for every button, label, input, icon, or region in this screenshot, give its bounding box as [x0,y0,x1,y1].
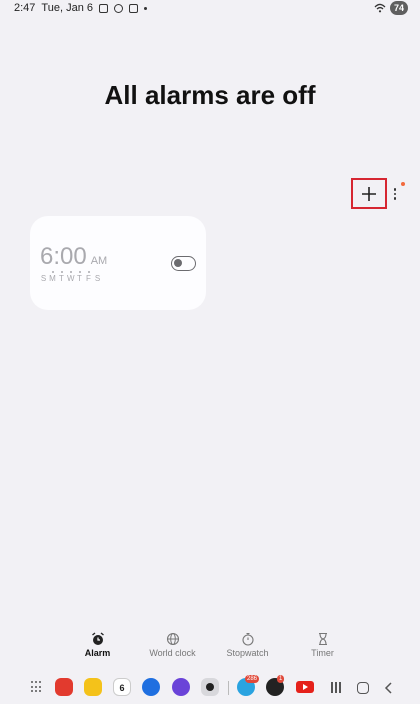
browser-app-icon[interactable] [172,678,190,696]
camera-app-icon[interactable] [201,678,219,696]
telegram-app-icon[interactable]: 286 [237,675,260,696]
alarm-time-value: 6:00 [40,243,87,270]
notification-dot [401,182,405,186]
day-sunday: S [40,274,47,283]
alarm-days: S M T W T F S [40,271,101,283]
calendar-day: 6 [119,683,125,693]
tab-label: World clock [149,648,196,658]
taskbar-separator [228,681,229,695]
tab-alarm[interactable]: Alarm [60,632,135,664]
status-right: 74 [374,1,408,15]
tab-timer[interactable]: Timer [285,632,360,664]
recent-apps-button[interactable] [331,682,341,693]
more-dot-icon [393,197,397,200]
app-drawer-icon[interactable] [31,681,43,693]
more-dot-icon [393,188,397,191]
more-dot-icon [393,192,397,196]
status-date: Tue, Jan 6 [41,2,93,14]
day-friday: F [86,271,91,283]
battery-badge: 74 [389,1,408,15]
taskbar: 6 286 1 [0,674,420,702]
stopwatch-icon [241,632,254,646]
alarm-time: 6:00 AM [40,243,107,271]
youtube-app-icon[interactable] [296,681,314,693]
page-title: All alarms are off [104,80,316,110]
toggle-knob [174,259,182,267]
alarm-clock-icon [91,632,104,645]
calendar-app-icon[interactable]: 6 [113,678,131,696]
checkbox-status-icon [129,3,138,13]
settings-app-icon[interactable]: 1 [266,675,285,696]
tab-label: Alarm [84,648,111,658]
screenshot-icon [99,3,108,13]
day-tuesday: T [59,271,64,283]
messages-app-icon[interactable] [142,678,160,696]
day-thursday: T [77,271,82,283]
status-time: 2:47 [14,2,36,14]
home-button[interactable] [357,682,369,694]
wifi-icon [374,3,386,13]
plus-icon [362,186,376,201]
add-alarm-button[interactable] [351,178,387,209]
settings-badge: 1 [277,675,285,683]
globe-icon [166,632,179,646]
tab-label: Timer [311,648,334,658]
more-notifications-dot-icon [144,6,147,10]
day-monday: M [49,271,56,283]
day-wednesday: W [67,271,75,283]
alarm-ampm: AM [90,255,108,267]
office-app-icon[interactable] [55,678,73,696]
settings-status-icon [114,3,123,13]
alarm-toggle[interactable] [171,256,196,271]
more-options-button[interactable] [389,184,401,204]
hourglass-icon [318,632,327,646]
telegram-badge: 286 [245,675,260,683]
status-bar: 2:47 Tue, Jan 6 74 [0,0,420,18]
day-saturday: S [94,274,101,283]
tab-label: Stopwatch [226,648,269,658]
status-left: 2:47 Tue, Jan 6 [14,2,147,14]
bottom-tab-bar: Alarm World clock Stopwatch Timer [60,632,360,664]
tab-stopwatch[interactable]: Stopwatch [210,632,285,664]
back-button[interactable] [383,682,395,694]
tab-world-clock[interactable]: World clock [135,632,210,664]
alarm-card[interactable]: 6:00 AM S M T W T F S [30,216,206,310]
notes-app-icon[interactable] [84,678,102,696]
